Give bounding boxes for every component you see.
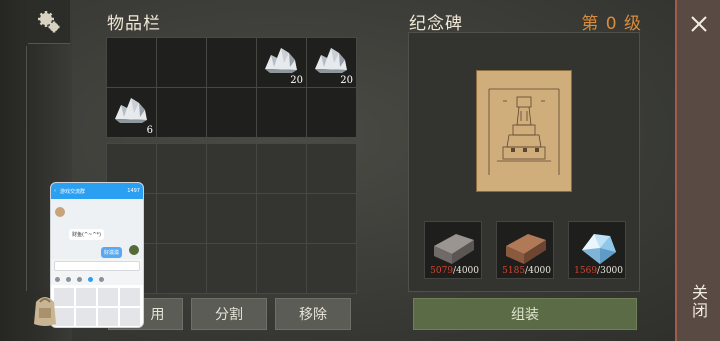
sticker[interactable] [98, 308, 118, 326]
inventory-slot[interactable]: 20 [257, 38, 306, 87]
chat-input[interactable] [54, 261, 140, 271]
assemble-button[interactable]: 组装 [413, 298, 637, 330]
avatar [129, 245, 139, 255]
chat-message-left: 财鱼(^~^*) [69, 229, 104, 240]
remove-button-label: 移除 [299, 307, 327, 323]
material-need: 4000 [456, 266, 479, 276]
stone-pile-icon [315, 48, 347, 73]
inventory-slot[interactable] [307, 194, 356, 243]
material-slot[interactable]: 5079/4000 [424, 221, 482, 279]
sticker[interactable] [76, 308, 96, 326]
inventory-slot[interactable] [207, 88, 256, 137]
camera-icon[interactable] [77, 276, 82, 282]
material-slot[interactable]: 1569/3000 [568, 221, 626, 279]
material-slot[interactable]: 5185/4000 [496, 221, 554, 279]
inventory-slot[interactable] [207, 38, 256, 87]
inventory-slot[interactable] [157, 38, 206, 87]
slot-count: 20 [290, 75, 303, 86]
inventory-slot[interactable]: 6 [107, 88, 156, 137]
inventory-slot[interactable] [207, 194, 256, 243]
inventory-slot[interactable]: 20 [307, 38, 356, 87]
settings-button[interactable] [28, 0, 70, 44]
inventory-slot[interactable] [157, 144, 206, 193]
inventory-grid: 20 20 6 [106, 37, 357, 138]
gear-icon [38, 10, 60, 32]
sticker[interactable] [120, 288, 140, 306]
inventory-slot[interactable] [307, 244, 356, 293]
assemble-button-label: 组装 [511, 307, 539, 323]
chat-messages: 财鱼(^~^*) 好滋滋 [51, 199, 143, 259]
inventory-slot[interactable] [257, 244, 306, 293]
emoji-icon[interactable] [88, 276, 93, 282]
inventory-slot[interactable] [157, 244, 206, 293]
chat-header: ‹ 游戏交流群 1497 [51, 183, 143, 199]
material-count: 5079/4000 [430, 266, 479, 276]
sticker[interactable] [120, 308, 140, 326]
inventory-title: 物品栏 [107, 14, 161, 34]
inventory-slot[interactable] [257, 194, 306, 243]
material-need: 4000 [528, 266, 551, 276]
stone-block-icon [434, 234, 474, 264]
inventory-slot[interactable] [307, 88, 356, 137]
material-need: 3000 [600, 266, 623, 276]
inventory-slot[interactable] [257, 88, 306, 137]
inventory-slot[interactable] [307, 144, 356, 193]
close-icon[interactable] [689, 14, 709, 34]
chat-overlay[interactable]: ‹ 游戏交流群 1497 财鱼(^~^*) 好滋滋 [50, 182, 144, 328]
sticker[interactable] [98, 288, 118, 306]
sticker-panel [51, 285, 143, 327]
material-count: 1569/3000 [574, 266, 623, 276]
monument-blueprint [476, 70, 572, 192]
inventory-slot[interactable] [157, 88, 206, 137]
slot-count: 20 [340, 75, 353, 86]
sticker[interactable] [76, 288, 96, 306]
chat-message-right: 好滋滋 [101, 247, 123, 258]
backpack-icon[interactable] [30, 292, 60, 328]
plus-icon[interactable] [99, 276, 104, 282]
close-label[interactable]: 关闭 [686, 284, 710, 320]
crystal-icon [582, 234, 616, 264]
slot-count: 6 [146, 125, 153, 136]
material-have: 1569 [574, 266, 598, 276]
image-icon[interactable] [66, 276, 71, 282]
monument-level: 第 0 级 [581, 14, 642, 34]
clay-brick-icon [506, 234, 546, 264]
stone-pile-icon [115, 98, 147, 123]
avatar [55, 207, 65, 217]
monument-title: 纪念碑 [409, 14, 463, 34]
chat-member-count: 1497 [127, 188, 140, 194]
inventory-slot[interactable] [157, 194, 206, 243]
split-button[interactable]: 分割 [191, 298, 267, 330]
back-icon[interactable]: ‹ [54, 188, 56, 194]
split-button-label: 分割 [215, 307, 243, 323]
stone-pile-icon [265, 48, 297, 73]
blueprint-drawing-icon [477, 71, 571, 191]
remove-button[interactable]: 移除 [275, 298, 351, 330]
material-have: 5079 [430, 266, 454, 276]
material-have: 5185 [502, 266, 526, 276]
mic-icon[interactable] [55, 276, 60, 282]
chat-header-title: 游戏交流群 [60, 188, 86, 195]
use-button-label: 用 [150, 307, 165, 323]
inventory-slot[interactable] [207, 244, 256, 293]
inventory-slot[interactable] [207, 144, 256, 193]
material-count: 5185/4000 [502, 266, 551, 276]
inventory-slot[interactable] [257, 144, 306, 193]
inventory-slot[interactable] [107, 38, 156, 87]
chat-toolbar [51, 273, 143, 285]
